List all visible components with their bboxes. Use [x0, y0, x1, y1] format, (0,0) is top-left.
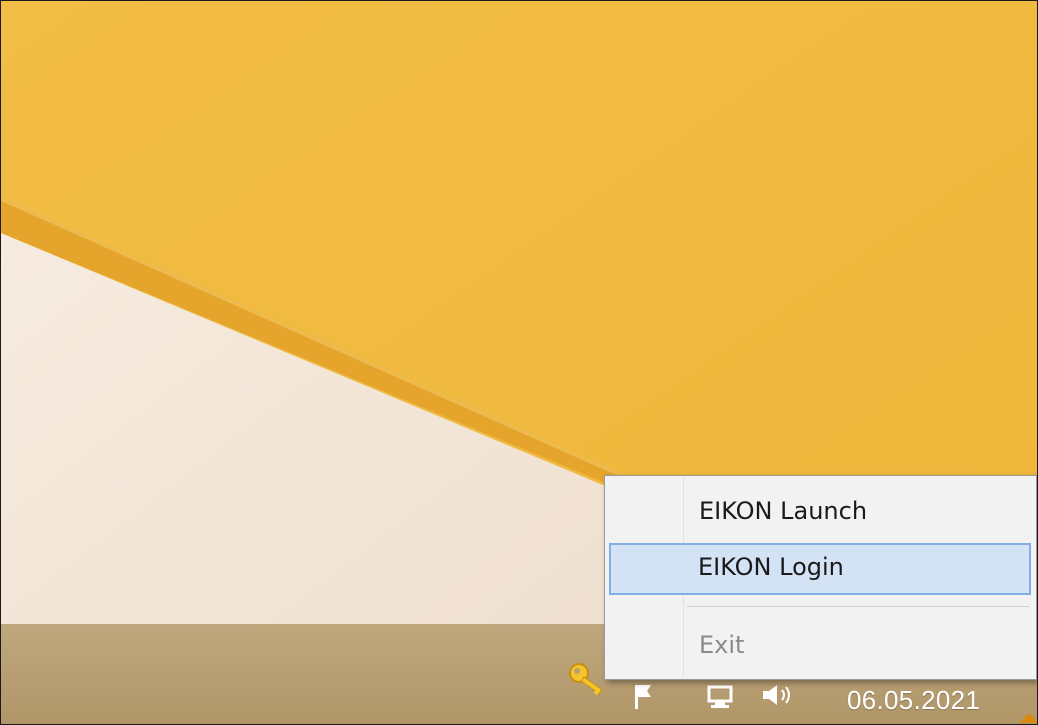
menu-item-eikon-launch[interactable]: EIKON Launch: [609, 486, 1031, 538]
menu-item-label: EIKON Launch: [699, 497, 868, 525]
speaker-icon[interactable]: [759, 681, 797, 709]
show-hidden-icons-arrow-icon[interactable]: [1015, 709, 1037, 723]
menu-item-label: Exit: [699, 631, 745, 659]
network-icon[interactable]: [705, 681, 739, 709]
menu-item-label: EIKON Login: [698, 553, 844, 581]
menu-separator: [687, 606, 1029, 607]
menu-item-exit[interactable]: Exit: [609, 620, 1031, 672]
flag-icon[interactable]: [627, 681, 655, 709]
desktop-screenshot: 06.05.2021 EIKON Launch EIKON Login Exit: [0, 0, 1038, 725]
taskbar-date[interactable]: 06.05.2021: [847, 685, 980, 716]
tray-context-menu: EIKON Launch EIKON Login Exit: [604, 475, 1037, 680]
menu-item-eikon-login[interactable]: EIKON Login: [609, 543, 1031, 595]
